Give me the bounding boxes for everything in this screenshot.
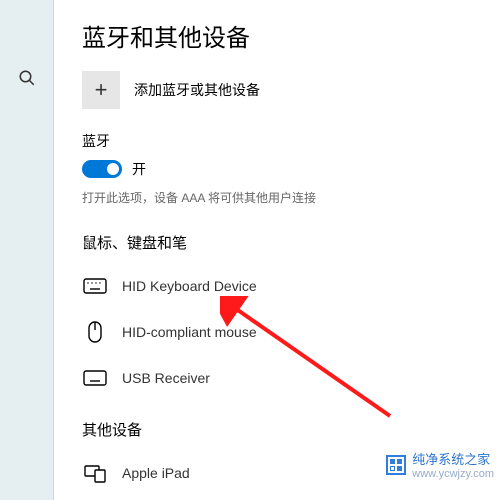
device-label: USB Receiver	[122, 370, 210, 386]
add-device-row[interactable]: + 添加蓝牙或其他设备	[82, 71, 472, 109]
add-device-label: 添加蓝牙或其他设备	[134, 80, 260, 100]
page-title: 蓝牙和其他设备	[82, 18, 472, 53]
bluetooth-toggle[interactable]	[82, 160, 122, 178]
device-icon	[82, 460, 108, 486]
device-usb-receiver[interactable]: USB Receiver	[82, 355, 472, 401]
section-other-title: 其他设备	[82, 419, 472, 440]
add-device-tile[interactable]: +	[82, 71, 120, 109]
section-hid-title: 鼠标、键盘和笔	[82, 232, 472, 253]
bluetooth-subheading: 蓝牙	[82, 131, 472, 151]
main-panel: 蓝牙和其他设备 + 添加蓝牙或其他设备 蓝牙 开 打开此选项，设备 AAA 将可…	[54, 0, 500, 500]
device-label: HID-compliant mouse	[122, 324, 257, 340]
device-headset[interactable]: are you ok	[82, 496, 472, 500]
mouse-icon	[82, 319, 108, 345]
search-icon	[18, 69, 36, 87]
sidebar	[0, 0, 54, 500]
search-button[interactable]	[9, 60, 45, 96]
device-label: Apple iPad	[122, 465, 190, 481]
toggle-knob	[107, 163, 119, 175]
keyboard-icon	[82, 273, 108, 299]
plus-icon: +	[95, 77, 108, 103]
keyboard-icon	[82, 365, 108, 391]
bluetooth-toggle-row: 开	[82, 159, 472, 179]
device-keyboard[interactable]: HID Keyboard Device	[82, 263, 472, 309]
device-mouse[interactable]: HID-compliant mouse	[82, 309, 472, 355]
bluetooth-hint: 打开此选项，设备 AAA 将可供其他用户连接	[82, 189, 472, 206]
bluetooth-state-label: 开	[132, 159, 146, 179]
device-ipad[interactable]: Apple iPad	[82, 450, 472, 496]
device-label: HID Keyboard Device	[122, 278, 257, 294]
